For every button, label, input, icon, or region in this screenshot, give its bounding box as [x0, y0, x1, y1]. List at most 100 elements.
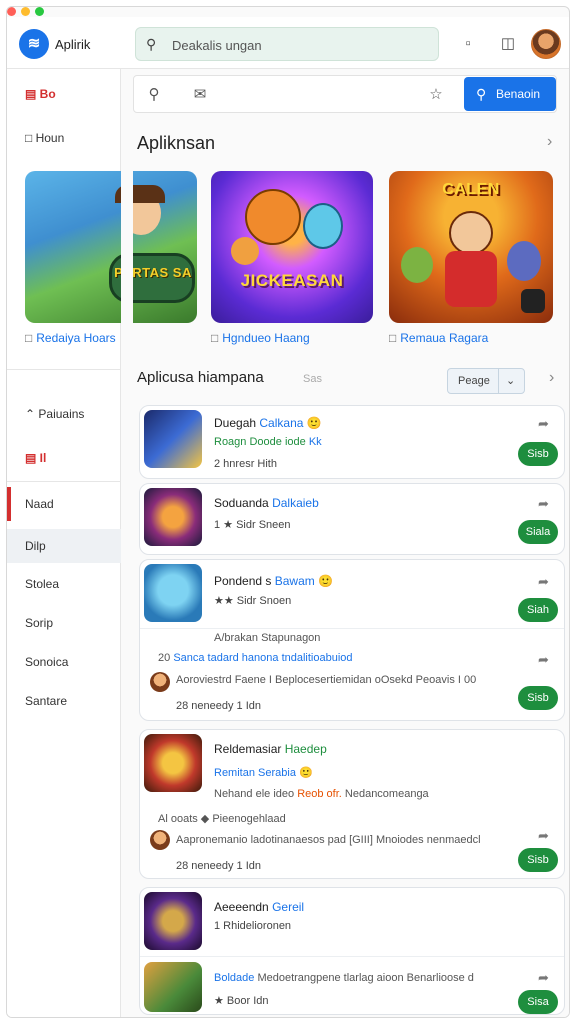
search-icon: ⚲ — [476, 86, 487, 102]
share-icon[interactable]: ➦ — [538, 828, 549, 844]
minimize-window-button[interactable] — [21, 7, 30, 16]
brand-icon: ▤ — [25, 87, 40, 101]
share-icon[interactable]: ➦ — [538, 496, 549, 512]
character-art — [507, 241, 541, 281]
sidebar-item-home[interactable]: □ Houn — [7, 121, 121, 155]
character-art — [245, 189, 301, 245]
app-note: A/brakan Stapunagon — [214, 632, 321, 644]
filter-dropdown[interactable]: Peage ⌄ — [447, 368, 525, 394]
window-controls — [7, 7, 67, 17]
app-title: Reldemasiar Haedep — [214, 742, 327, 756]
app-thumbnail — [144, 734, 202, 792]
install-button[interactable]: Sisb — [518, 848, 558, 872]
install-button[interactable]: Siala — [518, 520, 558, 544]
primary-action-button[interactable]: ⚲ Benaoin — [464, 77, 556, 111]
main-content: ⚲ ✉ ☆ ⚲ Benaoin Apliknsan › PARTAS SA □ R… — [25, 69, 569, 1017]
share-icon[interactable]: ➦ — [538, 574, 549, 590]
character-art — [231, 237, 259, 265]
comment-meta: 28 neneedy 1 Idn — [176, 700, 262, 712]
comment-text: Aapronemanio ladotinanaesos pad [GIII] M… — [176, 834, 481, 846]
sidebar-item-sonoica[interactable]: Sonoica — [7, 645, 121, 679]
featured-caption[interactable]: □ Remaua Ragara — [389, 331, 488, 345]
app-note: Al ooats ◆ Pieenogehlaad — [158, 813, 286, 825]
card-art-title: CALEN — [442, 181, 500, 198]
sidebar-item-library[interactable]: ▤ Il — [7, 441, 121, 475]
featured-caption[interactable]: □ Redaiya Hoars — [25, 331, 116, 345]
install-button[interactable]: Sisb — [518, 442, 558, 466]
sidebar-item-paiuains[interactable]: ⌃ Paiuains — [7, 397, 121, 431]
share-icon[interactable]: ➦ — [538, 970, 549, 986]
featured-card[interactable]: PARTAS SA — [25, 171, 197, 323]
comment-header: 20 Sanca tadard hanona tndalitioabuiod — [158, 652, 353, 664]
list-title: Aplicusa hiampana — [137, 369, 264, 386]
install-button[interactable]: Siah — [518, 598, 558, 622]
sidebar-item-dilp[interactable]: Dilp — [7, 529, 121, 563]
badge-icon — [521, 289, 545, 313]
app-title: Aeeeendn Gereil — [214, 900, 305, 914]
featured-title: Apliknsan — [137, 133, 216, 153]
avatar[interactable] — [150, 830, 170, 850]
close-window-button[interactable] — [7, 7, 16, 16]
app-list-item[interactable]: Reldemasiar Haedep Remitan Serabia 🙂 Neh… — [139, 729, 565, 879]
sidebar-item-naad[interactable]: Naad — [7, 487, 121, 521]
caret-icon: ⌃ — [25, 407, 39, 421]
featured-caption[interactable]: □ Hgndueo Haang — [211, 331, 310, 345]
install-button[interactable]: Sisa — [518, 990, 558, 1014]
sidebar-overlap-mask — [121, 171, 133, 381]
comment-text: Aoroviestrd Faene I Beplocesertiemidan o… — [176, 674, 477, 686]
avatar[interactable] — [150, 672, 170, 692]
app-thumbnail — [144, 410, 202, 468]
share-icon[interactable]: ➦ — [538, 652, 549, 668]
logo-icon[interactable]: ≋ — [19, 29, 49, 59]
maximize-window-button[interactable] — [35, 7, 44, 16]
sidebar-item-santare[interactable]: Santare — [7, 684, 121, 718]
app-list-item[interactable]: Aeeeendn Gereil 1 Rhidelioronen Boldade … — [139, 887, 565, 1015]
sidebar-brand[interactable]: ▤ Bo — [7, 77, 121, 111]
app-subtitle: Roagn Doode iode Kk — [214, 436, 322, 448]
share-icon[interactable]: ➦ — [538, 416, 549, 432]
sidebar-divider — [7, 369, 121, 370]
notifications-icon[interactable]: ▫ — [457, 33, 479, 55]
app-list-item[interactable]: Duegah Calkana 🙂 Roagn Doode iode Kk 2 h… — [139, 405, 565, 479]
install-button[interactable]: Sisb — [518, 686, 558, 710]
app-title: Duegah Calkana 🙂 — [214, 416, 322, 430]
app-icon: □ — [25, 331, 33, 345]
app-window: ≋ Aplirik ⚲ Deakalis ungan ▫ ◫ ▤ Bo □ Ho… — [6, 6, 570, 1018]
list-hint: Sas — [303, 373, 322, 385]
character-art — [445, 251, 497, 307]
comment-meta: ★ Boor Idn — [214, 995, 269, 1007]
top-bar: ≋ Aplirik ⚲ Deakalis ungan ▫ ◫ — [7, 17, 569, 69]
app-list-item[interactable]: Pondend s Bawam 🙂 ★★ Sidr Snoen ➦ Siah A… — [139, 559, 565, 721]
app-icon: □ — [211, 331, 219, 345]
app-list-item[interactable]: Soduanda Dalkaieb 1 ★ Sidr Sneen ➦ Siala — [139, 483, 565, 555]
avatar[interactable] — [531, 29, 561, 59]
home-icon: □ — [25, 131, 36, 145]
search-icon[interactable]: ⚲ — [144, 85, 164, 105]
download-icon[interactable]: ◫ — [497, 33, 519, 55]
app-meta: 1 Rhidelioronen — [214, 920, 292, 932]
character-art — [303, 203, 343, 249]
chevron-right-icon[interactable]: › — [549, 369, 554, 387]
featured-card[interactable]: JICKEASAN — [211, 171, 373, 323]
search-placeholder: Deakalis ungan — [172, 38, 262, 53]
content-toolbar: ⚲ ✉ ☆ ⚲ Benaoin — [133, 75, 557, 113]
app-thumbnail — [144, 488, 202, 546]
app-title: Aplirik — [55, 37, 91, 52]
star-icon[interactable]: ☆ — [426, 85, 446, 105]
app-description: Nehand ele ideo Reob ofr. Nedancomeanga — [214, 788, 429, 800]
search-input[interactable]: ⚲ Deakalis ungan — [135, 27, 439, 61]
comment-meta: 28 neneedy 1 Idn — [176, 860, 262, 872]
search-icon: ⚲ — [146, 36, 157, 52]
app-title: Soduanda Dalkaieb — [214, 496, 319, 510]
card-art-title: JICKEASAN — [240, 271, 344, 290]
chevron-right-icon[interactable]: › — [547, 133, 552, 151]
sidebar-item-sorip[interactable]: Sorip — [7, 606, 121, 640]
featured-card[interactable]: CALEN — [389, 171, 553, 323]
chevron-down-icon: ⌄ — [506, 375, 516, 387]
sidebar-item-stolea[interactable]: Stolea — [7, 567, 121, 601]
mail-icon[interactable]: ✉ — [190, 85, 210, 105]
app-thumbnail — [144, 564, 202, 622]
app-thumbnail — [144, 892, 202, 950]
character-art — [401, 247, 433, 283]
app-thumbnail — [144, 962, 202, 1012]
